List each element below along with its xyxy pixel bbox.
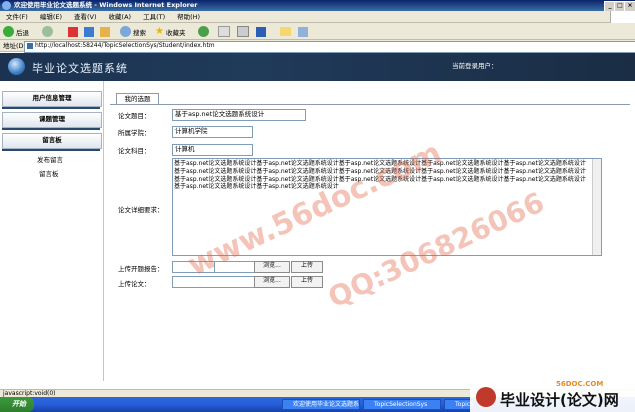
- address-label: 地址(D): [3, 42, 27, 50]
- sidebar-divider: [2, 149, 100, 151]
- sidebar-link-message-board[interactable]: 留言板: [39, 168, 59, 178]
- forward-button[interactable]: [42, 25, 53, 38]
- folder-icon: [280, 27, 291, 36]
- menu-tools[interactable]: 工具(T): [137, 11, 171, 23]
- folder-button[interactable]: [280, 25, 291, 38]
- globe-logo-icon: [8, 58, 25, 75]
- brand-site: 56DOC.COM: [556, 380, 604, 388]
- back-button[interactable]: 后退: [3, 25, 29, 38]
- history-icon: [198, 26, 209, 37]
- paper-file-input[interactable]: [172, 276, 256, 288]
- current-user-label: 当前登录用户：: [452, 62, 498, 70]
- topic-label: 论文题目：: [118, 112, 151, 120]
- paper-browse-button[interactable]: 浏览...: [254, 276, 290, 288]
- page-title: 毕业论文选题系统: [32, 62, 128, 75]
- print-button[interactable]: [237, 25, 249, 38]
- subject-field[interactable]: 计算机: [172, 144, 253, 156]
- home-button[interactable]: [100, 25, 110, 38]
- tab-divider: [110, 104, 630, 105]
- word-icon: [256, 26, 266, 37]
- requirements-textarea[interactable]: 基于asp.net论文选题系统设计基于asp.net论文选题系统设计基于asp.…: [172, 158, 602, 256]
- start-label: 开始: [12, 400, 26, 408]
- task-item[interactable]: 欢迎使用毕业论文选题系统: [282, 399, 360, 410]
- menu-view[interactable]: 查看(V): [68, 11, 103, 23]
- subject-label: 论文科目：: [118, 147, 151, 155]
- menu-edit[interactable]: 编辑(E): [34, 11, 68, 23]
- brand-watermark: 56DOC.COM 毕业设计(论文)网: [470, 377, 635, 412]
- stop-icon: [68, 26, 78, 37]
- sidebar: 用户信息管理 课题管理 留言板 发布留言 留言板: [0, 81, 104, 381]
- requirements-text: 基于asp.net论文选题系统设计基于asp.net论文选题系统设计基于asp.…: [174, 160, 586, 191]
- browser-toolbar: 后退 搜索 ★ 收藏夹: [0, 23, 635, 40]
- ie-icon: [2, 1, 11, 10]
- sidebar-link-post-message[interactable]: 发布留言: [37, 154, 63, 164]
- mail-icon: [218, 26, 230, 37]
- menu-bar: 文件(F) 编辑(E) 查看(V) 收藏(A) 工具(T) 帮助(H): [0, 11, 635, 23]
- favorites-label: 收藏夹: [165, 28, 186, 37]
- messenger-icon: [298, 26, 308, 37]
- edit-button[interactable]: [256, 25, 266, 38]
- proposal-file-input[interactable]: [172, 261, 216, 273]
- proposal-file-path[interactable]: [214, 261, 256, 273]
- upload-proposal-label: 上传开题报告：: [118, 265, 164, 273]
- sidebar-item-message-board[interactable]: 留言板: [2, 133, 102, 149]
- window-title: 欢迎使用毕业论文选题系统 - Windows Internet Explorer: [14, 1, 198, 9]
- status-text: javascript:void(0): [3, 390, 56, 397]
- address-input[interactable]: http://localhost:58244/TopicSelectionSys…: [24, 41, 635, 53]
- mail-button[interactable]: [218, 25, 230, 38]
- brand-name: 毕业设计(论文)网: [500, 391, 619, 409]
- requirements-label: 论文详细要求：: [118, 206, 164, 214]
- task-item[interactable]: TopicSelectionSys: [363, 399, 441, 410]
- forward-arrow-icon: [42, 26, 53, 37]
- page-icon: [27, 43, 33, 49]
- address-url: http://localhost:58244/TopicSelectionSys…: [35, 42, 215, 49]
- menu-file[interactable]: 文件(F): [0, 11, 34, 23]
- college-label: 所属学院：: [118, 129, 151, 137]
- refresh-button[interactable]: [84, 25, 94, 38]
- stop-button[interactable]: [68, 25, 78, 38]
- proposal-upload-button[interactable]: 上传: [291, 261, 323, 273]
- college-field[interactable]: 计算机学院: [172, 126, 253, 138]
- start-button[interactable]: 开始: [0, 397, 34, 412]
- print-icon: [237, 26, 249, 37]
- search-button[interactable]: 搜索: [120, 25, 146, 38]
- messenger-button[interactable]: [298, 25, 308, 38]
- brand-logo-icon: [476, 387, 496, 407]
- scrollbar[interactable]: [592, 159, 601, 255]
- search-label: 搜索: [133, 28, 146, 37]
- page-header: 毕业论文选题系统 当前登录用户：: [0, 53, 635, 81]
- refresh-icon: [84, 26, 94, 37]
- paper-upload-button[interactable]: 上传: [291, 276, 323, 288]
- star-icon: ★: [155, 26, 164, 37]
- upload-paper-label: 上传论文：: [118, 280, 151, 288]
- topic-field[interactable]: 基于asp.net论文选题系统设计: [172, 109, 306, 121]
- proposal-browse-button[interactable]: 浏览...: [254, 261, 290, 273]
- address-bar: 地址(D) http://localhost:58244/TopicSelect…: [0, 40, 635, 53]
- back-arrow-icon: [3, 26, 14, 37]
- menu-help[interactable]: 帮助(H): [171, 11, 206, 23]
- sidebar-divider: [2, 107, 100, 109]
- back-label: 后退: [16, 28, 29, 37]
- sidebar-divider: [2, 128, 100, 130]
- windows-logo-icon: [610, 11, 635, 23]
- sidebar-item-user-info[interactable]: 用户信息管理: [2, 91, 102, 107]
- menu-favorites[interactable]: 收藏(A): [103, 11, 138, 23]
- history-button[interactable]: [198, 25, 209, 38]
- sidebar-item-topic-management[interactable]: 课题管理: [2, 112, 102, 128]
- favorites-button[interactable]: ★ 收藏夹: [155, 25, 185, 38]
- window-title-bar: 欢迎使用毕业论文选题系统 - Windows Internet Explorer…: [0, 0, 635, 12]
- home-icon: [100, 26, 110, 37]
- search-icon: [120, 26, 131, 37]
